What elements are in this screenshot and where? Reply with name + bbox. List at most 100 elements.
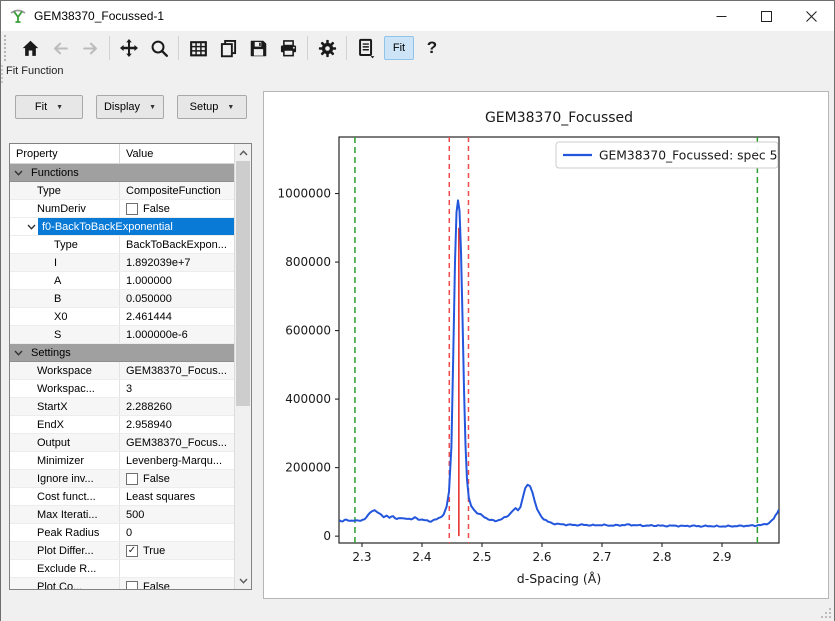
table-row[interactable]: Workspac...3	[10, 380, 234, 398]
property-name: B	[10, 290, 120, 307]
scroll-down-button[interactable]	[235, 572, 251, 589]
group-label: Settings	[25, 347, 71, 359]
checkbox[interactable]: ✓	[126, 545, 138, 557]
table-row[interactable]: S1.000000e-6	[10, 326, 234, 344]
copy-button[interactable]	[213, 34, 243, 62]
plot-canvas[interactable]: GEM38370_Focussed2.32.42.52.62.72.82.902…	[264, 92, 828, 598]
table-row[interactable]: A1.000000	[10, 272, 234, 290]
group-row[interactable]: Settings	[10, 344, 234, 362]
property-value[interactable]: 1.000000e-6	[120, 329, 234, 341]
property-value[interactable]: 0.050000	[120, 293, 234, 305]
maximize-button[interactable]	[744, 1, 789, 31]
property-column-header[interactable]: Property	[10, 144, 120, 163]
home-button[interactable]	[15, 34, 45, 62]
back-button[interactable]	[45, 34, 75, 62]
value-column-header[interactable]: Value	[120, 148, 234, 160]
property-name: Type	[10, 182, 120, 199]
property-value[interactable]: 2.461444	[120, 311, 234, 323]
property-value[interactable]: False	[120, 581, 234, 590]
property-value[interactable]: Least squares	[120, 491, 234, 503]
vertical-scrollbar[interactable]	[234, 144, 251, 589]
dock-title: Fit Function	[6, 65, 63, 77]
resize-grip[interactable]	[820, 607, 832, 619]
property-value[interactable]: False	[120, 473, 234, 485]
table-row[interactable]: Cost funct...Least squares	[10, 488, 234, 506]
data-curve[interactable]	[339, 200, 779, 526]
checkbox[interactable]	[126, 203, 138, 215]
pan-icon	[118, 37, 140, 59]
table-row[interactable]: Plot Co...False	[10, 578, 234, 589]
display-dropdown-button[interactable]: Display ▼	[96, 95, 164, 119]
toolbar-drag-handle[interactable]	[4, 35, 9, 61]
pan-button[interactable]	[114, 34, 144, 62]
title-bar[interactable]: GEM38370_Focussed-1	[1, 1, 834, 31]
table-row[interactable]: MinimizerLevenberg-Marqu...	[10, 452, 234, 470]
scrollbar-thumb[interactable]	[236, 161, 250, 406]
close-button[interactable]	[789, 1, 834, 31]
table-row[interactable]: I1.892039e+7	[10, 254, 234, 272]
property-value[interactable]: 0	[120, 527, 234, 539]
fit-toggle-button[interactable]: Fit	[384, 36, 414, 60]
property-value[interactable]: 500	[120, 509, 234, 521]
table-row[interactable]: TypeCompositeFunction	[10, 182, 234, 200]
print-button[interactable]	[273, 34, 303, 62]
generate-script-button[interactable]	[351, 34, 381, 62]
table-row[interactable]: EndX2.958940	[10, 416, 234, 434]
table-row[interactable]: StartX2.288260	[10, 398, 234, 416]
zoom-icon	[149, 38, 170, 59]
table-row[interactable]: Max Iterati...500	[10, 506, 234, 524]
property-name: Workspace	[10, 362, 120, 379]
chevron-down-icon[interactable]	[14, 350, 25, 356]
fit-dropdown-button[interactable]: Fit ▼	[15, 95, 83, 119]
table-row[interactable]: WorkspaceGEM38370_Focus...	[10, 362, 234, 380]
help-button[interactable]: ?	[417, 34, 447, 62]
property-value[interactable]: 2.288260	[120, 401, 234, 413]
property-name: X0	[10, 308, 120, 325]
save-button[interactable]	[243, 34, 273, 62]
help-icon: ?	[427, 38, 437, 58]
property-name: Minimizer	[10, 452, 120, 469]
property-value[interactable]: 1.892039e+7	[120, 257, 234, 269]
dock-drag-handle[interactable]	[1, 65, 4, 83]
property-value[interactable]: CompositeFunction	[120, 185, 234, 197]
property-value[interactable]: GEM38370_Focus...	[120, 437, 234, 449]
property-name: Ignore inv...	[10, 470, 120, 487]
property-value[interactable]: False	[120, 203, 234, 215]
table-row[interactable]: Ignore inv...False	[10, 470, 234, 488]
settings-button[interactable]	[312, 34, 342, 62]
property-name: Cost funct...	[10, 488, 120, 505]
window-title: GEM38370_Focussed-1	[34, 9, 164, 23]
y-tick-label: 200000	[285, 461, 331, 475]
table-row[interactable]: X02.461444	[10, 308, 234, 326]
forward-button[interactable]	[75, 34, 105, 62]
table-row[interactable]: B0.050000	[10, 290, 234, 308]
zoom-button[interactable]	[144, 34, 174, 62]
property-value[interactable]: ✓True	[120, 545, 234, 557]
chevron-down-icon[interactable]	[27, 224, 38, 230]
table-row[interactable]: Exclude R...	[10, 560, 234, 578]
grid-button[interactable]	[183, 34, 213, 62]
setup-dropdown-button[interactable]: Setup ▼	[177, 95, 247, 119]
plot-panel: GEM38370_Focussed2.32.42.52.62.72.82.902…	[263, 91, 829, 599]
minimize-button[interactable]	[699, 1, 744, 31]
checkbox[interactable]	[126, 581, 138, 590]
table-row[interactable]: TypeBackToBackExpon...	[10, 236, 234, 254]
property-value[interactable]: GEM38370_Focus...	[120, 365, 234, 377]
x-tick-label: 2.3	[352, 550, 371, 564]
table-row[interactable]: Peak Radius0	[10, 524, 234, 542]
property-value[interactable]: 2.958940	[120, 419, 234, 431]
function-row[interactable]: f0-BackToBackExponential	[10, 218, 234, 236]
table-row[interactable]: NumDerivFalse	[10, 200, 234, 218]
chevron-down-icon: ▼	[227, 104, 234, 111]
group-row[interactable]: Functions	[10, 164, 234, 182]
property-value[interactable]: 1.000000	[120, 275, 234, 287]
table-row[interactable]: OutputGEM38370_Focus...	[10, 434, 234, 452]
table-row[interactable]: Plot Differ...✓True	[10, 542, 234, 560]
scroll-up-button[interactable]	[235, 144, 251, 161]
x-axis-label: d-Spacing (Å)	[517, 571, 601, 586]
property-value[interactable]: Levenberg-Marqu...	[120, 455, 234, 467]
chevron-down-icon[interactable]	[14, 170, 25, 176]
checkbox[interactable]	[126, 473, 138, 485]
property-value[interactable]: 3	[120, 383, 234, 395]
property-value[interactable]: BackToBackExpon...	[120, 239, 234, 251]
